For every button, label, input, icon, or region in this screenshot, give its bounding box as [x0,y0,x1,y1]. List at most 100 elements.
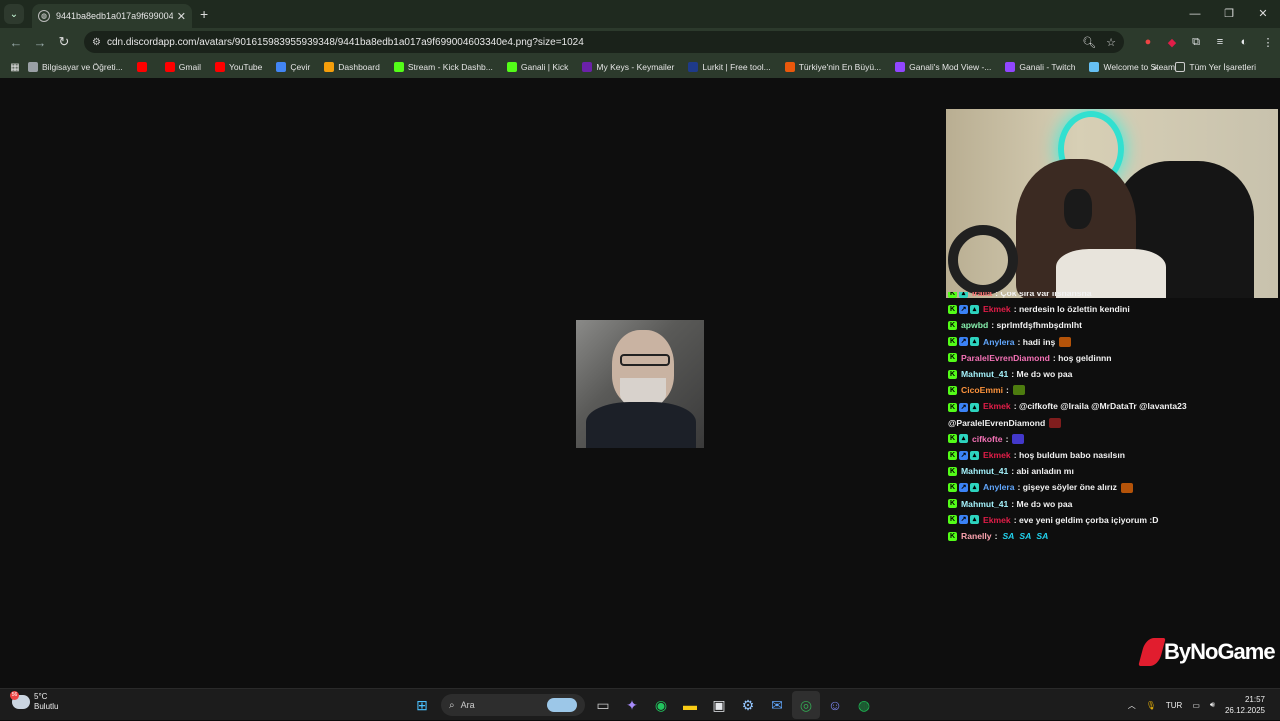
globe-icon [28,62,38,72]
bookmark-item[interactable]: Gmail [164,62,201,72]
forward-icon[interactable]: → [28,35,52,50]
weather-widget[interactable]: 56 5°C Bulutlu [10,691,58,712]
tray-overflow-icon[interactable]: ︿ [1128,700,1136,711]
tab-search-button[interactable]: ⌄ [4,4,24,24]
chevron-double-right-icon[interactable]: » [1153,62,1158,72]
chat-username[interactable]: CicoEmmi [961,382,1003,398]
bookmark-item[interactable]: Çevir [276,62,310,72]
microphone-icon[interactable]: 🎙︎ [1146,701,1156,710]
url-text[interactable]: cdn.discordapp.com/avatars/9016159839559… [107,37,1072,48]
bookmark-star-icon[interactable]: ☆ [1106,36,1116,49]
address-bar[interactable]: ⚙ cdn.discordapp.com/avatars/90161598395… [84,31,1124,53]
system-tray: ︿ 🎙︎ TUR ▭ 🔊︎ 21:57 26.12.2025 [1123,689,1280,721]
extensions-puzzle-icon[interactable]: ⧉ [1184,36,1208,49]
copilot-icon[interactable]: ✦ [618,691,646,719]
bookmark-item[interactable] [136,62,151,72]
bookmark-label: Gmail [178,62,201,72]
page-viewport: K ▴ Iraila: Çok sıra var lisnansha K ↗ ▴ Ekmek… [0,78,1280,688]
kick-badge-icon: K [948,337,957,347]
display-icon[interactable]: ▭ [1192,701,1200,710]
chat-text: : hoş geldinnn [1052,352,1112,363]
clock-date: 26.12.2025 [1224,706,1265,715]
kick-badge-icon: K [948,434,957,444]
steam-icon[interactable]: ⚙ [734,691,762,719]
close-window-icon[interactable]: ✕ [1246,0,1280,28]
sa-emote: SA [1036,531,1049,542]
apps-grid-icon[interactable]: ▦ [2,62,28,73]
all-bookmarks-folder[interactable]: Tüm Yer İşaretleri [1175,62,1256,72]
bookmark-item[interactable]: Stream - Kick Dashb... [393,62,493,72]
extension-tp-icon[interactable]: ◆ [1160,36,1184,49]
new-tab-button[interactable]: + [200,6,208,22]
chat-username[interactable]: Ekmek [983,401,1011,411]
bookmark-item[interactable]: My Keys - Keymailer [582,62,674,72]
profile-avatar-icon[interactable]: ◐ [1232,36,1256,48]
bookmark-item[interactable]: Türkiye'nin En Büyü... [784,62,881,72]
mail-icon[interactable]: ✉ [763,691,791,719]
task-view-icon[interactable]: ▭ [589,691,617,719]
all-bookmarks-label: Tüm Yer İşaretleri [1189,62,1256,72]
bookmark-item[interactable]: Ganali's Mod View -... [895,62,991,72]
chrome-icon[interactable]: ◎ [792,691,820,719]
chat-message: K ↗ ▴ Ekmek: nerdesin lo özlettin kendini [948,301,1278,317]
cloud-icon: 56 [10,691,30,709]
bookmark-item[interactable]: Bilgisayar ve Öğreti... [28,62,123,72]
chat-username[interactable]: Anylera [983,479,1015,495]
kick-badge-icon: K [948,515,957,525]
kick-badge-icon: K [948,483,957,493]
chat-username[interactable]: Ekmek [983,301,1011,317]
keymailer-icon [582,62,593,72]
chat-username[interactable]: cifkofte [972,431,1003,447]
reload-icon[interactable]: ↻ [52,34,76,50]
file-explorer-icon[interactable]: ▬ [676,691,704,719]
chat-username[interactable]: Iraila [972,292,992,301]
chat-username[interactable]: Ekmek [983,447,1011,463]
bookmark-item[interactable]: Dashboard [324,62,380,72]
sa-emote: SA [1002,531,1015,542]
browser-toolbar: ← → ↻ ⚙ cdn.discordapp.com/avatars/90161… [0,28,1280,56]
zoom-icon[interactable]: 🔍︎ [1082,36,1096,49]
chat-username[interactable]: Mahmut_41 [961,463,1008,479]
store-icon[interactable]: ▣ [705,691,733,719]
close-tab-icon[interactable]: ✕ [177,10,186,23]
tab-strip: ⌄ ◍ 9441ba8edb1a017a9f6990046 ✕ + — ❐ ✕ [0,0,1280,28]
streamer-shirt [1056,249,1166,298]
chat-username[interactable]: Mahmut_41 [961,366,1008,382]
kick-badge-icon: K [948,353,957,363]
chat-username[interactable]: Ranelly [961,528,992,544]
discord-icon[interactable]: ☺ [821,691,849,719]
taskbar-search[interactable]: ⌕ Ara [441,694,585,716]
chat-username[interactable]: apwbd [961,317,988,333]
restore-icon[interactable]: ❐ [1212,0,1246,28]
bookmark-item[interactable]: Ganali - Twitch [1005,62,1075,72]
folder-icon [1175,62,1186,72]
menu-kebab-icon[interactable]: ⋮ [1256,36,1280,49]
chat-text: : Me dɔ wo paa [1011,498,1073,509]
chat-username[interactable]: Anylera [983,334,1015,350]
chat-username[interactable]: ParalelEvrenDiamond [961,350,1050,366]
headset [1064,189,1092,229]
edge-icon[interactable]: ◉ [647,691,675,719]
back-icon[interactable]: ← [4,35,28,50]
chat-text: : nerdesin lo özlettin kendini [1013,304,1130,315]
bookmark-item[interactable]: Lurkit | Free tool... [688,62,771,72]
bookmark-item[interactable]: YouTube [214,62,262,72]
spotify-icon[interactable]: ◍ [850,691,878,719]
minimize-icon[interactable]: — [1178,0,1212,28]
bookmark-label: Ganali | Kick [520,62,569,72]
start-icon[interactable]: ⊞ [408,691,436,719]
bookmark-item[interactable]: Ganali | Kick [506,62,569,72]
language-indicator[interactable]: TUR [1166,701,1182,710]
clock[interactable]: 21:57 26.12.2025 [1220,694,1270,716]
chat-message: K ↗ ▴ Ekmek: eve yeni geldim çorba içiyorum… [948,512,1278,528]
media-controls-icon[interactable]: ≡ [1208,36,1232,48]
chat-text: : abi anladın mı [1011,466,1074,477]
site-info-icon[interactable]: ⚙ [92,37,101,48]
kick-badge-icon: K [948,450,957,460]
browser-tab[interactable]: ◍ 9441ba8edb1a017a9f6990046 ✕ [32,4,192,28]
extension-red-icon[interactable]: ● [1136,36,1160,48]
chat-username[interactable]: Mahmut_41 [961,496,1008,512]
gift-badge-icon: ▴ [970,337,979,347]
speaker-icon[interactable]: 🔊︎ [1210,700,1215,710]
chat-username[interactable]: Ekmek [983,512,1011,528]
